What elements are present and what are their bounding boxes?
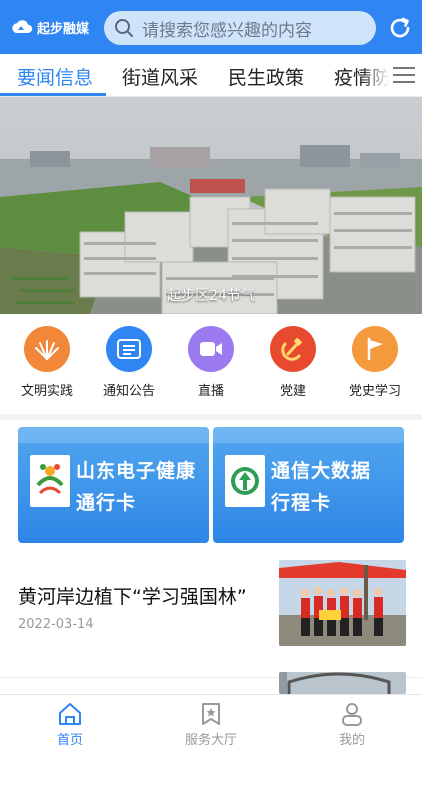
quick-item-label: 通知公告 [102,384,155,399]
cloud-logo-icon [12,20,33,33]
health-pass-card[interactable]: 山东电子健康 通行卡 [18,427,209,543]
card-line1: 通信大数据 [271,460,372,482]
flag-icon [352,326,398,372]
bookmark-star-icon [202,703,220,725]
home-icon [59,703,81,725]
refresh-icon[interactable] [387,15,413,41]
bottom-nav: 首页 服务大厅 我的 [0,694,422,750]
aerial-city-image [0,97,422,314]
news-item[interactable]: 黄河岸边植下“学习强国林” 2022-03-14 [0,560,422,678]
banner-caption: 起步区24节气 [167,288,255,304]
quick-item-label: 党建 [279,384,306,399]
card-text: 山东电子健康 通行卡 [76,455,196,519]
user-icon [342,703,362,726]
quick-item-label: 文明实践 [20,384,73,399]
nav-home-label: 首页 [56,733,83,748]
app-logo: 起步融媒 [10,16,89,38]
hammer-sickle-icon [270,326,316,372]
card-line1: 山东电子健康 [76,460,197,482]
video-camera-icon [188,326,234,372]
news-thumbnail [279,560,406,646]
travel-card[interactable]: 通信大数据 行程卡 [213,427,404,543]
active-tab-indicator [0,93,106,96]
quick-item-label: 党史学习 [348,384,401,399]
quick-item-label: 直播 [197,384,224,399]
sunburst-icon [24,326,70,372]
card-line2: 行程卡 [271,492,332,514]
news-date: 2022-03-14 [18,617,94,632]
card-text: 通信大数据 行程卡 [271,455,371,519]
section-divider [0,414,422,420]
quick-item-party[interactable]: 党建 [252,326,334,399]
top-bar: 起步融媒 请搜索您感兴趣的内容 [0,0,422,54]
news-thumbnail [279,672,406,694]
nav-home[interactable]: 首页 [0,701,140,748]
health-pass-logo-icon [30,455,70,507]
quick-access-row: 文明实践 通知公告 直播 党建 党史学习 [0,326,422,406]
nav-profile[interactable]: 我的 [282,701,422,748]
nav-profile-label: 我的 [338,733,365,748]
tab-street[interactable]: 街道风采 [122,63,198,90]
logo-text: 起步融媒 [37,21,90,37]
nav-service-hall-label: 服务大厅 [184,733,237,748]
notice-list-icon [106,326,152,372]
news-title: 黄河岸边植下“学习强国林” [18,586,247,608]
search-input[interactable]: 请搜索您感兴趣的内容 [104,11,376,45]
banner-carousel[interactable]: 起步区24节气 [0,97,422,314]
search-placeholder: 请搜索您感兴趣的内容 [142,20,312,41]
quick-item-history[interactable]: 党史学习 [334,326,416,399]
menu-icon[interactable] [393,65,415,85]
card-line2: 通行卡 [76,492,137,514]
quick-item-notice[interactable]: 通知公告 [88,326,170,399]
tab-policy[interactable]: 民生政策 [228,63,304,90]
search-icon [115,19,133,37]
quick-item-civilization[interactable]: 文明实践 [6,326,88,399]
category-tabs: 要闻信息 街道风采 民生政策 疫情防 [0,54,422,97]
nav-service-hall[interactable]: 服务大厅 [141,701,281,748]
card-stripe [213,427,404,443]
quick-item-live[interactable]: 直播 [170,326,252,399]
card-stripe [18,427,209,443]
tab-news[interactable]: 要闻信息 [17,63,93,90]
travel-card-logo-icon [225,455,265,507]
